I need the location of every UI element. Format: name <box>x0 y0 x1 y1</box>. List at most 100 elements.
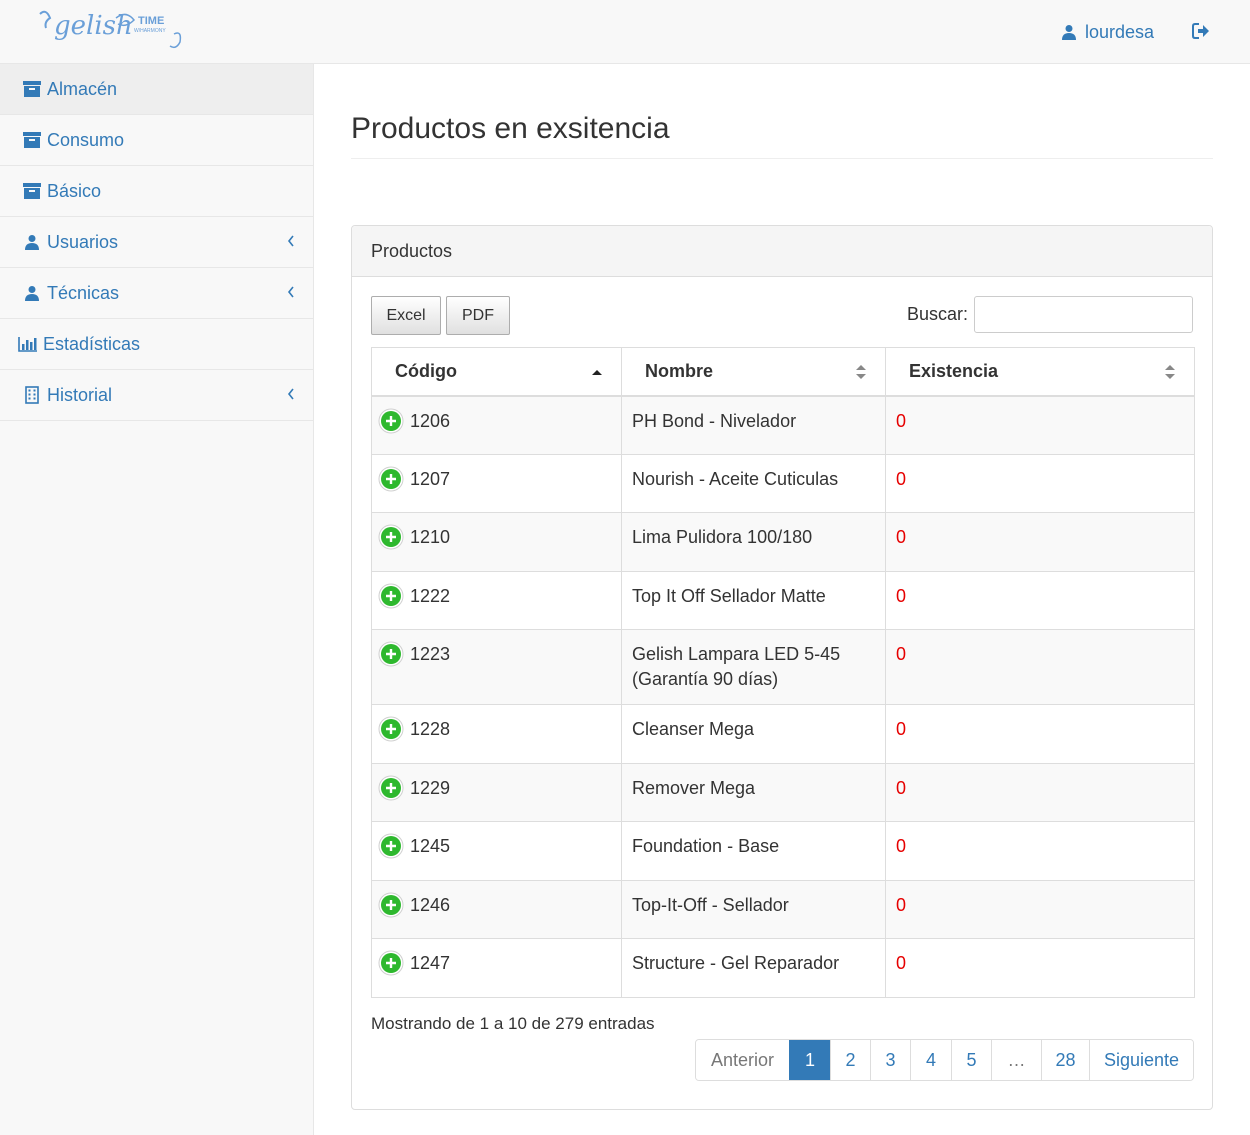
chevron-left-icon <box>287 384 295 405</box>
pagination-page-3[interactable]: 3 <box>870 1040 910 1080</box>
product-stock: 0 <box>885 938 1195 998</box>
building-icon <box>22 386 42 404</box>
column-header-nombre[interactable]: Nombre <box>621 347 886 397</box>
expand-row-icon[interactable] <box>378 950 404 983</box>
sidebar-item-label: Consumo <box>47 129 125 150</box>
expand-row-icon[interactable] <box>378 716 404 749</box>
expand-row-icon[interactable] <box>378 833 404 866</box>
sidebar-item-consumo[interactable]: Consumo <box>0 115 313 166</box>
product-code: 1228 <box>410 719 451 739</box>
table-row: 1247 Structure - Gel Reparador 0 <box>371 938 1195 998</box>
expand-row-icon[interactable] <box>378 466 404 499</box>
table-row: 1245 Foundation - Base 0 <box>371 821 1195 881</box>
sidebar: Almacén Consumo Básico Usuarios Técnicas <box>0 64 314 1135</box>
product-name: Top It Off Sellador Matte <box>621 571 886 630</box>
product-code-cell: 1245 <box>371 821 622 881</box>
pagination-page-2[interactable]: 2 <box>830 1040 870 1080</box>
sidebar-item-label: Técnicas <box>47 282 120 303</box>
column-header-codigo[interactable]: Código <box>371 347 622 397</box>
archive-icon <box>22 81 42 97</box>
product-code-cell: 1228 <box>371 704 622 764</box>
table-row: 1207 Nourish - Aceite Cuticulas 0 <box>371 454 1195 513</box>
product-name: Foundation - Base <box>621 821 886 881</box>
pagination-page-4[interactable]: 4 <box>910 1040 951 1080</box>
product-code: 1247 <box>410 953 451 973</box>
product-name: PH Bond - Nivelador <box>621 395 886 455</box>
panel-heading: Productos <box>352 226 1212 277</box>
product-name: Remover Mega <box>621 763 886 822</box>
pagination: Anterior 1 2 3 4 5 … 28 Siguiente <box>695 1039 1194 1081</box>
products-table: Código Nombre Existencia 1206 PH Bond - … <box>371 347 1195 998</box>
product-code: 1229 <box>410 778 451 798</box>
sidebar-item-label: Almacén <box>47 78 118 99</box>
excel-export-button[interactable]: Excel <box>371 296 441 335</box>
expand-row-icon[interactable] <box>378 408 404 441</box>
products-table-body: 1206 PH Bond - Nivelador 0 1207 Nourish - Ac… <box>371 395 1195 998</box>
sidebar-item-label: Historial <box>47 384 113 405</box>
product-code-cell: 1207 <box>371 454 622 513</box>
product-name: Lima Pulidora 100/180 <box>621 512 886 572</box>
user-icon <box>22 234 42 250</box>
sidebar-item-almacen[interactable]: Almacén <box>0 64 313 115</box>
expand-row-icon[interactable] <box>378 892 404 925</box>
sort-both-icon <box>1164 363 1176 386</box>
chevron-left-icon <box>287 282 295 303</box>
search-input[interactable] <box>974 296 1193 333</box>
product-stock: 0 <box>885 704 1195 764</box>
table-row: 1222 Top It Off Sellador Matte 0 <box>371 571 1195 630</box>
product-code: 1222 <box>410 586 451 606</box>
product-code: 1206 <box>410 410 451 431</box>
pdf-export-button[interactable]: PDF <box>446 296 510 335</box>
chevron-left-icon <box>287 231 295 252</box>
page-title: Productos en exsitencia <box>351 112 670 145</box>
sidebar-item-label: Básico <box>47 180 102 201</box>
product-stock: 0 <box>885 880 1195 939</box>
pagination-ellipsis: … <box>991 1040 1041 1080</box>
product-code-cell: 1229 <box>371 763 622 822</box>
expand-row-icon[interactable] <box>378 524 404 557</box>
table-row: 1246 Top-It-Off - Sellador 0 <box>371 880 1195 939</box>
pagination-page-5[interactable]: 5 <box>951 1040 991 1080</box>
sort-asc-icon <box>591 363 603 384</box>
product-stock: 0 <box>885 512 1195 572</box>
product-name: Gelish Lampara LED 5-45 (Garantía 90 día… <box>621 629 886 705</box>
sidebar-item-estadisticas[interactable]: Estadísticas <box>0 319 313 370</box>
sort-both-icon <box>855 363 867 386</box>
table-row: 1223 Gelish Lampara LED 5-45 (Garantía 90… <box>371 629 1195 705</box>
user-icon <box>22 285 42 301</box>
product-stock: 0 <box>885 763 1195 822</box>
expand-row-icon[interactable] <box>378 775 404 808</box>
expand-row-icon[interactable] <box>378 583 404 616</box>
sign-out-icon <box>1192 23 1209 39</box>
expand-row-icon[interactable] <box>378 641 404 674</box>
product-name: Nourish - Aceite Cuticulas <box>621 454 886 513</box>
product-stock: 0 <box>885 571 1195 630</box>
product-stock: 0 <box>885 395 1195 455</box>
product-code: 1223 <box>410 644 451 664</box>
archive-icon <box>22 183 42 199</box>
product-code-cell: 1210 <box>371 512 622 572</box>
top-navbar: gelish TIME W/HARMONY lourdesa <box>0 0 1250 64</box>
product-name: Cleanser Mega <box>621 704 886 764</box>
sidebar-item-basico[interactable]: Básico <box>0 166 313 217</box>
table-row: 1228 Cleanser Mega 0 <box>371 704 1195 764</box>
sidebar-item-tecnicas[interactable]: Técnicas <box>0 268 313 319</box>
product-code-cell: 1222 <box>371 571 622 630</box>
column-header-existencia[interactable]: Existencia <box>885 347 1195 397</box>
product-code-cell: 1246 <box>371 880 622 939</box>
product-code: 1245 <box>410 836 451 856</box>
pagination-next[interactable]: Siguiente <box>1089 1040 1193 1080</box>
archive-icon <box>22 132 42 148</box>
gelish-logo[interactable]: gelish TIME W/HARMONY <box>34 6 194 54</box>
product-stock: 0 <box>885 454 1195 513</box>
pagination-page-1[interactable]: 1 <box>789 1040 830 1080</box>
sidebar-item-usuarios[interactable]: Usuarios <box>0 217 313 268</box>
user-icon <box>1062 25 1076 40</box>
logout-button[interactable] <box>1192 22 1210 45</box>
sidebar-item-label: Usuarios <box>47 231 119 252</box>
user-menu-link[interactable]: lourdesa <box>1061 20 1154 44</box>
pagination-previous[interactable]: Anterior <box>696 1040 789 1080</box>
pagination-page-28[interactable]: 28 <box>1041 1040 1089 1080</box>
product-code-cell: 1206 <box>371 395 622 455</box>
sidebar-item-historial[interactable]: Historial <box>0 370 313 421</box>
